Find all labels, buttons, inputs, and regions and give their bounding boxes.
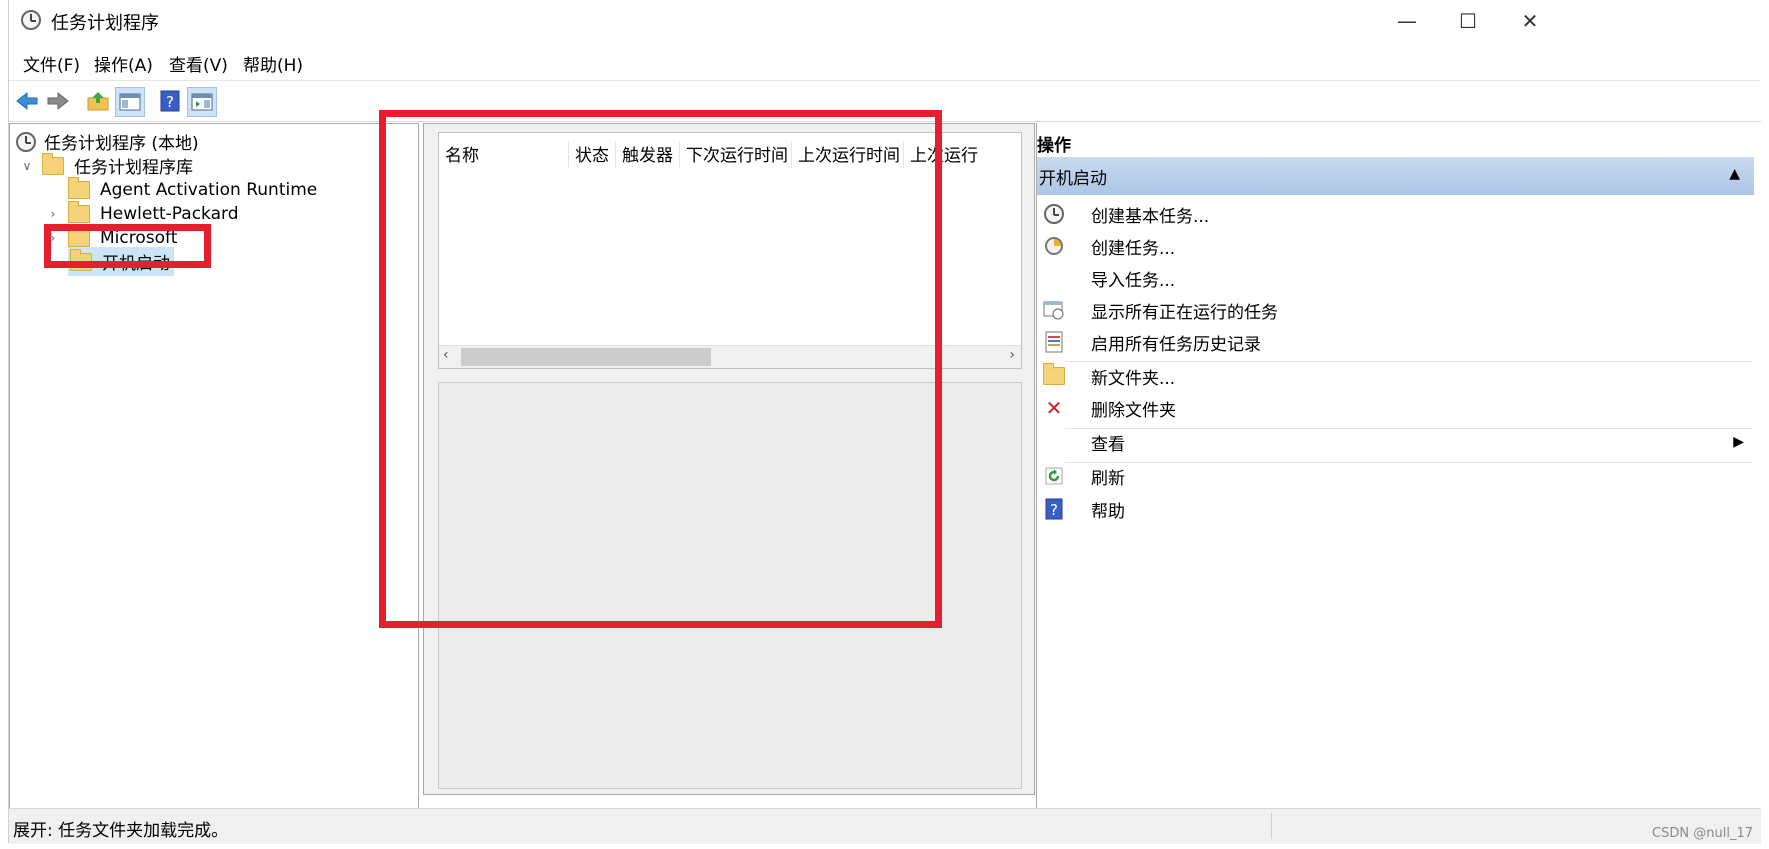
status-bar: 展开: 任务文件夹加载完成。 — [9, 808, 1761, 844]
folder-up-icon[interactable] — [84, 87, 112, 115]
status-text: 展开: 任务文件夹加载完成。 — [13, 821, 229, 841]
svg-text:?: ? — [1050, 501, 1058, 519]
chevron-right-icon[interactable]: › — [46, 207, 60, 221]
action-create-basic-task[interactable]: 创建基本任务... — [1037, 197, 1754, 231]
action-label: 删除文件夹 — [1091, 400, 1176, 421]
action-label: 启用所有任务历史记录 — [1091, 334, 1261, 355]
menu-bar: 文件(F) 操作(A) 查看(V) 帮助(H) — [9, 42, 1761, 78]
actions-header: 操作 — [1037, 136, 1071, 156]
svg-text:?: ? — [166, 93, 174, 111]
minimize-button[interactable]: — — [1375, 0, 1439, 42]
action-label: 创建任务... — [1091, 238, 1176, 259]
folder-icon — [68, 176, 90, 199]
status-divider — [1271, 813, 1272, 839]
action-label: 查看 — [1091, 434, 1125, 455]
menu-view[interactable]: 查看(V) — [169, 51, 228, 76]
window-title: 任务计划程序 — [51, 13, 159, 34]
create-task-icon — [1043, 235, 1065, 257]
show-hide-action-pane-icon[interactable] — [187, 87, 217, 117]
annotation-box-startup-folder — [44, 224, 211, 268]
action-label: 新文件夹... — [1091, 368, 1176, 389]
menu-file[interactable]: 文件(F) — [23, 51, 80, 76]
action-delete-folder[interactable]: ✕ 删除文件夹 — [1037, 391, 1754, 425]
show-hide-console-tree-icon[interactable] — [115, 87, 145, 117]
actions-pane: 操作 开机启动 ▲ 创建基本任务... 创建任务... 导入任务... 显示所有… — [1036, 123, 1762, 808]
action-label: 显示所有正在运行的任务 — [1091, 302, 1278, 323]
action-label: 帮助 — [1091, 501, 1125, 522]
action-import-task[interactable]: 导入任务... — [1037, 261, 1754, 295]
new-folder-icon — [1043, 363, 1065, 387]
help-icon: ? — [1043, 498, 1065, 520]
action-label: 创建基本任务... — [1091, 206, 1210, 227]
menu-help[interactable]: 帮助(H) — [243, 51, 303, 76]
delete-x-icon: ✕ — [1045, 396, 1063, 420]
scroll-right-icon[interactable]: › — [1009, 347, 1015, 363]
clock-icon — [16, 131, 36, 152]
action-help[interactable]: ? 帮助 — [1037, 492, 1754, 526]
action-label: 刷新 — [1091, 468, 1125, 489]
action-new-folder[interactable]: 新文件夹... — [1037, 359, 1754, 393]
tree-root-label: 任务计划程序 (本地) — [44, 134, 199, 154]
action-group-label: 开机启动 — [1039, 168, 1107, 189]
action-view[interactable]: 查看 ▶ — [1037, 425, 1754, 459]
maximize-button[interactable]: ☐ — [1436, 0, 1500, 42]
running-tasks-icon — [1043, 299, 1065, 321]
tree-item-hewlett-packard[interactable]: › Hewlett-Packard — [46, 200, 239, 227]
action-display-running-tasks[interactable]: 显示所有正在运行的任务 — [1037, 293, 1754, 327]
action-enable-history[interactable]: 启用所有任务历史记录 — [1037, 325, 1754, 359]
tree-library-label: 任务计划程序库 — [74, 158, 193, 178]
refresh-icon — [1043, 465, 1065, 487]
action-create-task[interactable]: 创建任务... — [1037, 229, 1754, 263]
history-icon — [1043, 331, 1065, 353]
tree-item-label: Agent Activation Runtime — [100, 179, 318, 200]
forward-arrow-icon[interactable] — [44, 87, 72, 115]
collapse-triangle-icon[interactable]: ▲ — [1729, 166, 1740, 182]
action-label: 导入任务... — [1091, 270, 1176, 291]
tree-item-agent-activation-runtime[interactable]: Agent Activation Runtime — [46, 176, 317, 203]
close-button[interactable]: ✕ — [1498, 0, 1562, 42]
annotation-box-task-list — [379, 110, 942, 628]
action-refresh[interactable]: 刷新 — [1037, 459, 1754, 493]
action-group-startup[interactable]: 开机启动 ▲ — [1037, 157, 1754, 195]
tree-root[interactable]: 任务计划程序 (本地) — [16, 128, 199, 155]
task-scheduler-app-icon — [21, 10, 41, 30]
library-folder-icon — [42, 152, 64, 175]
menu-action[interactable]: 操作(A) — [94, 51, 153, 76]
tree-item-label: Hewlett-Packard — [100, 203, 239, 224]
submenu-arrow-icon: ▶ — [1733, 434, 1744, 450]
basic-task-icon — [1043, 203, 1065, 225]
help-icon[interactable]: ? — [156, 87, 184, 115]
chevron-down-icon[interactable]: ∨ — [20, 159, 34, 173]
tree-library[interactable]: ∨ 任务计划程序库 — [20, 152, 193, 179]
title-bar: 任务计划程序 — ☐ ✕ — [9, 0, 1761, 42]
back-arrow-icon[interactable] — [13, 87, 41, 115]
watermark: CSDN @null_17 — [1652, 826, 1753, 841]
folder-icon — [68, 200, 90, 223]
